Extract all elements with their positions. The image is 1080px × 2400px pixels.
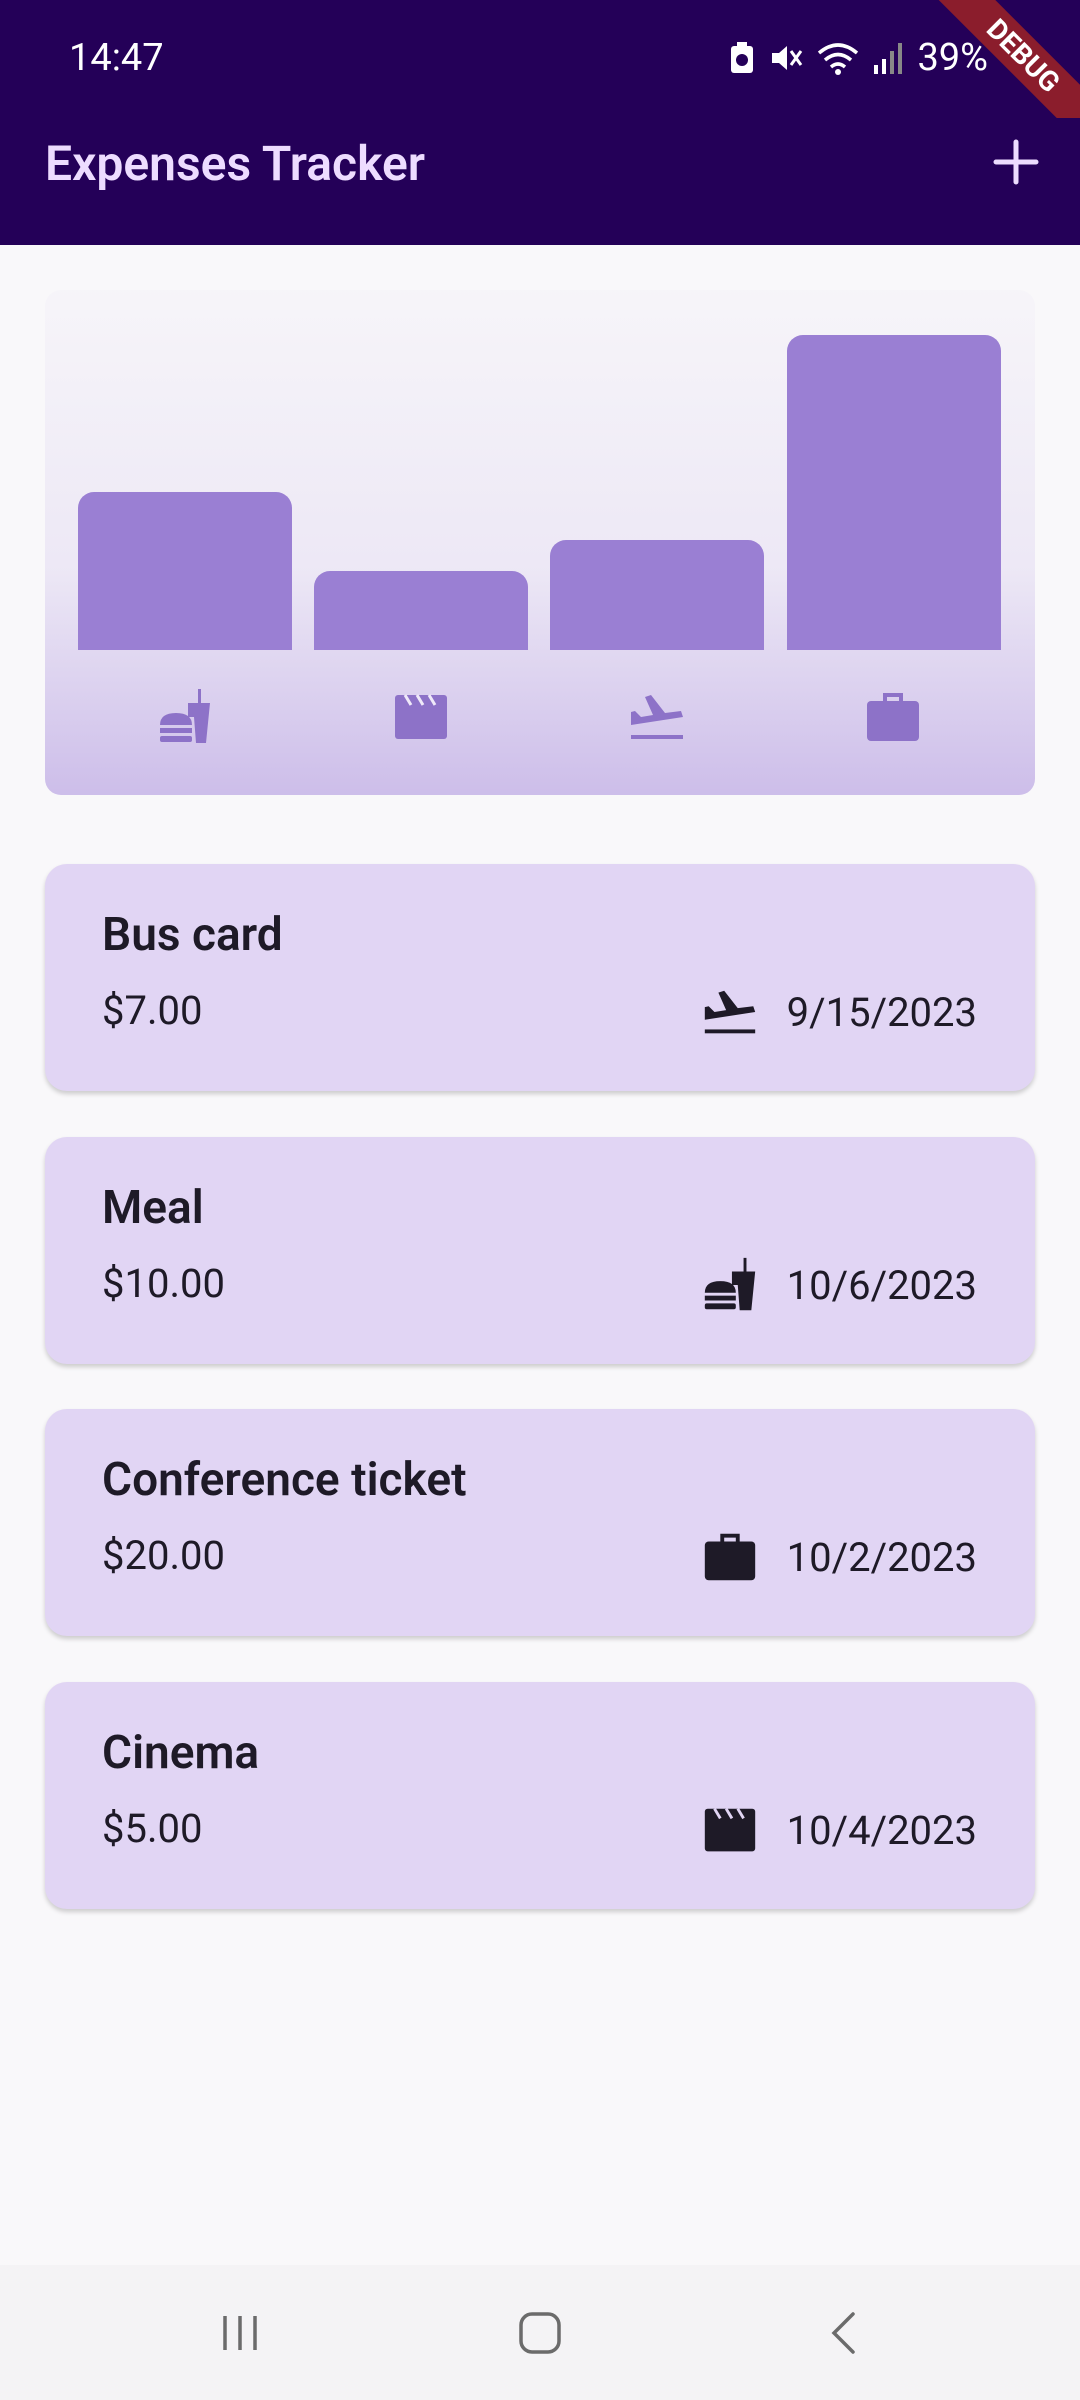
expense-amount: $7.00: [102, 987, 203, 1034]
work-icon: [867, 693, 919, 741]
expense-title: Cinema: [102, 1726, 260, 1780]
status-icons: 39%: [729, 36, 988, 80]
app-bar: Expenses Tracker: [0, 118, 1080, 245]
expense-meta: 9/15/2023: [699, 981, 977, 1043]
expense-amount: $20.00: [102, 1532, 225, 1579]
back-button[interactable]: [755, 2265, 935, 2400]
recent-apps-button[interactable]: [150, 2265, 330, 2400]
expense-title: Meal: [102, 1181, 204, 1235]
app-title: Expenses Tracker: [45, 135, 426, 192]
chart-bar-work: [787, 335, 1001, 650]
chart-bars: [78, 290, 1002, 650]
expenses-chart: [45, 290, 1035, 795]
chart-bar-leisure: [314, 571, 528, 650]
wifi-icon: [818, 43, 859, 75]
battery-percent: 39%: [917, 36, 988, 80]
expense-title: Bus card: [102, 908, 283, 962]
plus-icon[interactable]: [986, 132, 1046, 192]
expense-meta: 10/6/2023: [699, 1254, 977, 1316]
expense-item[interactable]: Bus card $7.00 9/15/2023: [45, 864, 1035, 1091]
expense-item[interactable]: Meal $10.00 10/6/2023: [45, 1137, 1035, 1364]
flight-icon: [704, 990, 755, 1034]
expense-amount: $10.00: [102, 1260, 225, 1307]
status-time: 14:47: [69, 36, 164, 80]
recent-apps-icon: [223, 2315, 257, 2350]
work-icon: [704, 1533, 755, 1581]
expense-date: 10/6/2023: [786, 1261, 977, 1309]
movie-icon: [395, 694, 447, 739]
expense-date: 10/2/2023: [786, 1533, 977, 1581]
expense-meta: 10/2/2023: [699, 1526, 977, 1588]
expense-date: 10/4/2023: [786, 1806, 977, 1854]
home-icon: [519, 2311, 561, 2354]
expense-item[interactable]: Cinema $5.00 10/4/2023: [45, 1682, 1035, 1909]
expense-meta: 10/4/2023: [699, 1799, 977, 1861]
movie-icon: [704, 1807, 755, 1852]
food-icon: [160, 689, 210, 743]
system-nav-bar: [0, 2265, 1080, 2400]
status-bar: 14:47 39% DEBUG: [0, 0, 1080, 145]
expense-title: Conference ticket: [102, 1453, 467, 1507]
chart-bar-food: [78, 492, 292, 650]
signal-icon: [874, 43, 903, 74]
flight-icon: [631, 695, 683, 739]
mute-icon: [772, 46, 803, 70]
battery-saver-icon: [731, 42, 754, 73]
expense-item[interactable]: Conference ticket $20.00 10/2/2023: [45, 1409, 1035, 1636]
chart-bar-travel: [550, 540, 764, 650]
expense-date: 9/15/2023: [786, 988, 977, 1036]
expense-amount: $5.00: [102, 1805, 203, 1852]
food-icon: [704, 1257, 755, 1311]
back-icon: [831, 2311, 855, 2354]
home-button[interactable]: [450, 2265, 630, 2400]
